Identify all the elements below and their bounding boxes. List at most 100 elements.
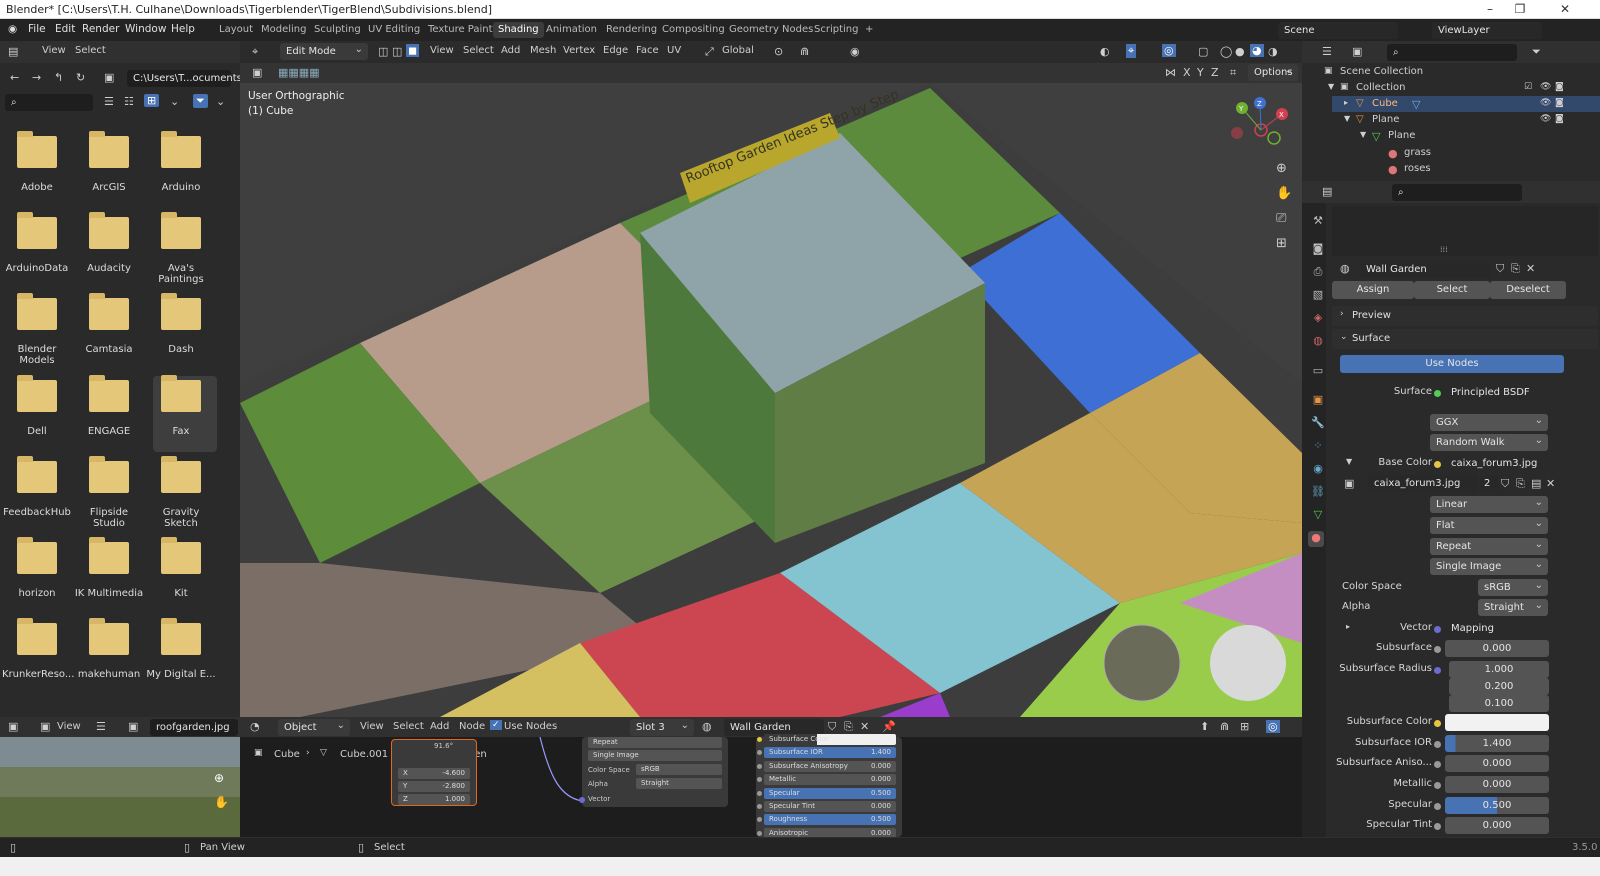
node-menu-add[interactable]: Add: [430, 721, 449, 732]
tab-shading[interactable]: Shading: [493, 22, 544, 38]
collection-tab-icon[interactable]: ▭: [1310, 364, 1326, 380]
folder-item[interactable]: FeedbackHub: [2, 456, 72, 518]
folder-item[interactable]: Arduino: [146, 131, 216, 193]
interpolation-dropdown[interactable]: Linear: [1430, 494, 1548, 513]
fake-user-icon[interactable]: ⛉: [828, 720, 836, 734]
editor-type-icon[interactable]: ▤: [8, 45, 18, 58]
editor-type-icon[interactable]: ◔: [250, 720, 260, 733]
scene-tab-icon[interactable]: ◈: [1310, 311, 1326, 327]
view-icon[interactable]: ▣: [40, 720, 50, 733]
surface-shader-field[interactable]: Principled BSDF: [1445, 384, 1549, 401]
tab-modeling[interactable]: Modeling: [256, 22, 312, 38]
menu-uv[interactable]: UV: [667, 45, 681, 56]
display-mode-icon[interactable]: ▣: [1352, 45, 1362, 58]
use-nodes-checkbox-icon[interactable]: ✓: [490, 720, 502, 730]
refresh-icon[interactable]: ↻: [76, 71, 85, 84]
pin-icon[interactable]: 📌: [882, 720, 896, 733]
duplicate-icon[interactable]: ⎘: [844, 720, 853, 734]
mirror-z[interactable]: Z: [1211, 66, 1219, 79]
image-browse-icon[interactable]: ▣: [128, 720, 138, 733]
outliner-item-plane-mesh[interactable]: Plane: [1388, 130, 1415, 141]
mapping-y-field[interactable]: Y -2.800: [398, 781, 470, 792]
snap-mode-icon[interactable]: ⊞: [1240, 720, 1249, 733]
folder-item[interactable]: Fax: [146, 375, 216, 437]
fake-user-icon[interactable]: ⛉: [1501, 477, 1509, 491]
options-dropdown[interactable]: Options: [1248, 62, 1298, 81]
distribution-dropdown[interactable]: GGX: [1430, 412, 1548, 431]
image-browse-icon[interactable]: ▣: [1344, 477, 1354, 490]
menu-file[interactable]: File: [28, 23, 46, 35]
add-workspace-button[interactable]: +: [860, 22, 878, 38]
expand-icon[interactable]: ▼: [1328, 82, 1334, 91]
image-view-menu[interactable]: View: [57, 721, 81, 732]
edge-select-icon[interactable]: ◫: [392, 45, 402, 58]
properties-editor-icon[interactable]: ▤: [1322, 185, 1332, 198]
bsdf-input-row[interactable]: Metallic 0.000: [757, 774, 896, 786]
thumb-view-icon[interactable]: ☷: [124, 95, 134, 108]
radius-x-field[interactable]: 1.000: [1449, 661, 1549, 678]
deselect-button[interactable]: Deselect: [1490, 281, 1566, 299]
menu-render[interactable]: Render: [82, 23, 119, 35]
tab-texture-paint[interactable]: Texture Paint: [423, 22, 498, 38]
render-camera-icon[interactable]: ◙: [1555, 82, 1564, 92]
physics-tab-icon[interactable]: ◉: [1310, 462, 1326, 478]
3d-viewport[interactable]: ⌖ Edit Mode ◫ ◫ ◼ View Select Add Mesh V…: [240, 41, 1302, 717]
breadcrumb-cube[interactable]: Cube: [274, 749, 300, 760]
back-icon[interactable]: ←: [10, 71, 19, 84]
bsdf-input-row[interactable]: Subsurface Anisotropy 0.000: [757, 760, 896, 772]
snap-icon[interactable]: ⋒: [800, 45, 809, 58]
preview-panel-header[interactable]: › Preview: [1332, 306, 1598, 326]
menu-help[interactable]: Help: [171, 23, 195, 35]
specular-tint-field[interactable]: 0.000: [1445, 817, 1549, 834]
menu-vertex[interactable]: Vertex: [563, 45, 595, 56]
visibility-icon[interactable]: ◐: [1100, 45, 1110, 58]
menu-icon[interactable]: ☰: [96, 720, 106, 733]
assign-button[interactable]: Assign: [1332, 281, 1414, 299]
select-button[interactable]: Select: [1414, 281, 1490, 299]
scene-selector[interactable]: Scene: [1278, 22, 1398, 39]
radius-z-field[interactable]: 0.100: [1449, 695, 1549, 712]
principled-bsdf-node[interactable]: Subsurface Color Subsurface IOR 1.400 Subsu…: [756, 734, 902, 839]
parent-node-tree-icon[interactable]: ⬆: [1200, 720, 1209, 733]
open-folder-icon[interactable]: ▤: [1531, 477, 1541, 490]
overlay-toggle-icon[interactable]: ◎: [1162, 44, 1176, 57]
duplicate-icon[interactable]: ⎘: [1516, 477, 1525, 491]
folder-item[interactable]: Adobe: [2, 131, 72, 193]
node-repeat-dropdown[interactable]: Repeat: [588, 737, 722, 748]
unlink-icon[interactable]: ✕: [1546, 477, 1555, 490]
outliner-item-roses[interactable]: roses: [1404, 163, 1431, 174]
outliner-search-input[interactable]: ⌕: [1387, 44, 1517, 61]
subsurface-aniso-field[interactable]: 0.000: [1445, 755, 1549, 772]
subsurface-method-dropdown[interactable]: Random Walk: [1430, 432, 1548, 451]
eye-icon[interactable]: 👁: [1540, 82, 1551, 92]
unlink-icon[interactable]: ✕: [860, 720, 869, 733]
slot-dropdown[interactable]: Slot 3: [630, 717, 694, 736]
material-name-field[interactable]: Wall Garden: [1360, 261, 1490, 278]
tab-layout[interactable]: Layout: [214, 22, 258, 38]
parent-folder-icon[interactable]: ↰: [54, 71, 63, 84]
forward-icon[interactable]: →: [32, 71, 41, 84]
mesh-options-icon[interactable]: ⌗: [1230, 66, 1236, 80]
outliner-item-grass[interactable]: grass: [1404, 147, 1431, 158]
properties-search-input[interactable]: ⌕: [1392, 184, 1522, 201]
constraints-tab-icon[interactable]: ⛓: [1310, 485, 1326, 501]
menu-view[interactable]: View: [430, 45, 454, 56]
collection-label[interactable]: Collection: [1356, 82, 1405, 93]
shading-material-icon[interactable]: ◕: [1250, 44, 1264, 57]
list-view-icon[interactable]: ☰: [104, 95, 114, 108]
menu-edge[interactable]: Edge: [603, 45, 628, 56]
mirror-y[interactable]: Y: [1197, 66, 1204, 79]
pan-hand-icon[interactable]: ✋: [1276, 186, 1292, 201]
menu-edit[interactable]: Edit: [55, 23, 75, 35]
transform-orientation-icon[interactable]: ⤢: [705, 45, 714, 59]
filter-search-input[interactable]: ⌕: [5, 94, 93, 111]
scene-collection-label[interactable]: Scene Collection: [1340, 66, 1423, 77]
new-folder-icon[interactable]: ▣: [104, 71, 114, 84]
render-camera-icon[interactable]: ◙: [1555, 114, 1564, 124]
editor-type-icon[interactable]: ▣: [8, 720, 18, 733]
tab-animation[interactable]: Animation: [541, 22, 602, 38]
tab-sculpting[interactable]: Sculpting: [309, 22, 366, 38]
tab-geometry-nodes[interactable]: Geometry Nodes: [724, 22, 818, 38]
eye-icon[interactable]: 👁: [1540, 98, 1551, 108]
editor-type-icon[interactable]: ⌖: [252, 45, 258, 59]
